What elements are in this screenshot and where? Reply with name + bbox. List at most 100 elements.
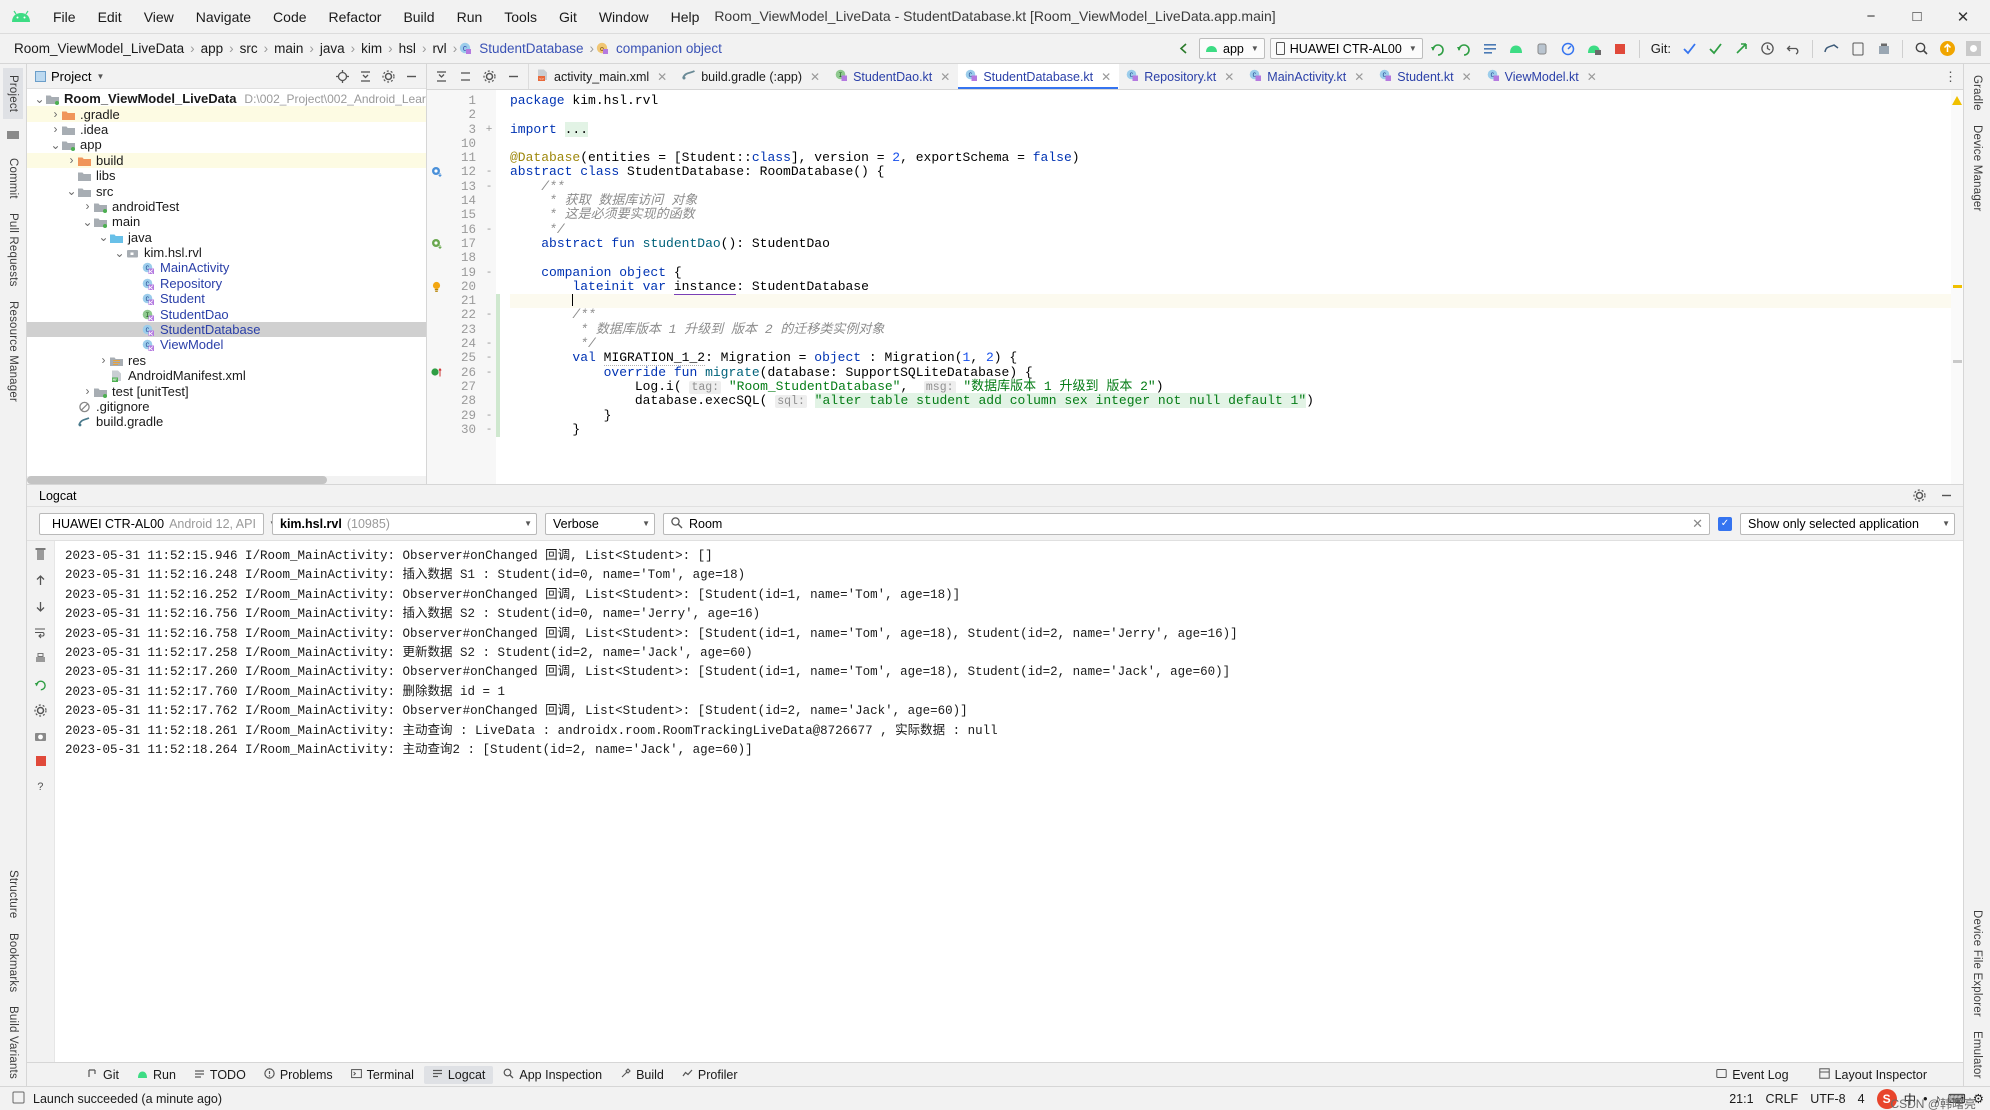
tree-item[interactable]: ⌄ app	[27, 137, 426, 152]
editor-tab-studentdatabase-kt[interactable]: C StudentDatabase.kt ✕	[958, 64, 1120, 89]
logcat-line[interactable]: 2023-05-31 11:52:16.756 I/Room_MainActiv…	[65, 605, 1963, 624]
code-line[interactable]: override fun migrate(database: SupportSQ…	[510, 365, 1951, 380]
reload-icon[interactable]	[1454, 38, 1475, 59]
project-tree[interactable]: ⌄ Room_ViewModel_LiveData D:\002_Project\0…	[27, 89, 426, 476]
collapse-icon[interactable]	[455, 66, 476, 87]
hide-icon[interactable]	[503, 66, 524, 87]
tab-terminal[interactable]: Terminal	[343, 1066, 422, 1084]
tree-item[interactable]: libs	[27, 168, 426, 183]
tree-item-selected[interactable]: C StudentDatabase	[27, 321, 426, 338]
line-number[interactable]: 28	[427, 394, 482, 408]
line-number[interactable]: 1	[427, 94, 482, 108]
tree-item[interactable]: › test [unitTest]	[27, 383, 426, 399]
sdk-manager-icon[interactable]	[1873, 38, 1894, 59]
code-line[interactable]: abstract class StudentDatabase: RoomData…	[510, 165, 1951, 180]
tree-item[interactable]: C MainActivity	[27, 260, 426, 275]
chevron-right-icon[interactable]: ›	[97, 353, 110, 367]
undo-icon[interactable]	[1783, 38, 1804, 59]
settings-icon[interactable]	[34, 704, 47, 720]
tree-item[interactable]: .gitignore	[27, 399, 426, 414]
file-encoding[interactable]: UTF-8	[1810, 1092, 1845, 1106]
line-number[interactable]: 29	[427, 409, 482, 423]
code-editor[interactable]: 1 2 3 10 11 12 13 14 15 16 17 18 19 20 21 22 23 24 25 26 27 2…	[427, 90, 1963, 484]
code-line[interactable]: package kim.hsl.rvl	[510, 93, 1951, 108]
code-line[interactable]	[510, 137, 1951, 151]
line-number[interactable]: 21	[427, 294, 482, 308]
menu-code[interactable]: Code	[262, 6, 317, 28]
editor-tab-studentdao-kt[interactable]: I StudentDao.kt ✕	[828, 64, 958, 89]
impl-icon-green[interactable]	[431, 238, 442, 250]
tree-item[interactable]: › build	[27, 152, 426, 168]
code-line[interactable]: }	[510, 408, 1951, 423]
clear-icon[interactable]: ✕	[1692, 516, 1703, 532]
chevron-down-icon[interactable]: ⌄	[33, 93, 46, 105]
sidebar-item-pull-requests[interactable]: Pull Requests	[3, 206, 23, 294]
close-icon[interactable]: ✕	[1101, 70, 1111, 84]
line-number[interactable]: 22	[427, 308, 482, 322]
breadcrumb-item-1[interactable]: app	[197, 40, 228, 57]
code-line[interactable]	[510, 108, 1951, 122]
fold-collapse-icon[interactable]: -	[482, 351, 496, 365]
fold-collapse-icon[interactable]: -	[482, 366, 496, 380]
editor-fold-column[interactable]: + - - - - - - - - - -	[482, 90, 496, 484]
code-line[interactable]: */	[510, 222, 1951, 237]
breadcrumb-item-6[interactable]: hsl	[395, 40, 420, 57]
sidebar-item-bookmarks[interactable]: Bookmarks	[3, 926, 23, 999]
code-line[interactable]: companion object {	[510, 265, 1951, 280]
tree-item[interactable]: ⌄ main	[27, 214, 426, 229]
tab-git[interactable]: Git	[79, 1066, 127, 1084]
collapse-all-icon[interactable]	[355, 66, 376, 87]
device-manager-icon[interactable]	[1847, 38, 1868, 59]
menu-build[interactable]: Build	[392, 6, 445, 28]
sidebar-item-gradle[interactable]: Gradle	[1967, 68, 1987, 118]
code-line[interactable]: */	[510, 336, 1951, 351]
code-line[interactable]: @Database(entities = [Student::class], v…	[510, 150, 1951, 165]
code-line[interactable]: val MIGRATION_1_2: Migration = object : …	[510, 350, 1951, 367]
chevron-down-icon[interactable]: ▼	[96, 72, 104, 81]
line-number[interactable]: 30	[427, 423, 482, 437]
settings-gear-icon[interactable]	[1963, 38, 1984, 59]
tree-item[interactable]: MF AndroidManifest.xml	[27, 368, 426, 383]
chevron-down-icon[interactable]: ⌄	[97, 231, 110, 243]
logcat-line[interactable]: 2023-05-31 11:52:17.760 I/Room_MainActiv…	[65, 683, 1963, 702]
line-number[interactable]: 18	[427, 251, 482, 265]
tree-item[interactable]: I StudentDao	[27, 306, 426, 322]
chevron-down-icon[interactable]: ⌄	[113, 247, 126, 259]
breadcrumb-item-9[interactable]: companion object	[612, 40, 726, 57]
menu-navigate[interactable]: Navigate	[185, 6, 262, 28]
fold-collapse-icon[interactable]: -	[482, 266, 496, 280]
back-arrow-icon[interactable]	[1173, 38, 1194, 59]
editor-gutter[interactable]: 1 2 3 10 11 12 13 14 15 16 17 18 19 20 21 22 23 24 25 26 27 2…	[427, 90, 482, 484]
fold-collapse-icon[interactable]: -	[482, 337, 496, 351]
line-number[interactable]: 20	[427, 280, 482, 294]
logcat-line[interactable]: 2023-05-31 11:52:17.260 I/Room_MainActiv…	[65, 663, 1963, 682]
code-line[interactable]: * 获取 数据库访问 对象	[510, 193, 1951, 208]
tree-item[interactable]: ⌄ kim.hsl.rvl	[27, 245, 426, 260]
code-line[interactable]: }	[510, 422, 1951, 437]
tree-item[interactable]: › androidTest	[27, 199, 426, 214]
line-number[interactable]: 10	[427, 137, 482, 151]
logcat-process-selector[interactable]: kim.hsl.rvl (10985) ▼	[272, 512, 537, 535]
tab-run[interactable]: Run	[129, 1066, 184, 1084]
line-number[interactable]: 2	[427, 108, 482, 122]
line-number[interactable]: 25	[427, 351, 482, 365]
editor-tab-build-gradle-app-[interactable]: build.gradle (:app) ✕	[675, 64, 828, 89]
scroll-down-icon[interactable]	[34, 600, 47, 616]
logcat-line[interactable]: 2023-05-31 11:52:17.258 I/Room_MainActiv…	[65, 644, 1963, 663]
project-tree-hscrollbar[interactable]	[27, 476, 426, 484]
code-line[interactable]: Log.i( tag: "Room_StudentDatabase", msg:…	[510, 379, 1951, 394]
maximize-button[interactable]: □	[1894, 1, 1940, 33]
close-icon[interactable]: ✕	[1354, 70, 1364, 84]
line-separator[interactable]: CRLF	[1766, 1092, 1799, 1106]
code-line[interactable]: import ...	[510, 121, 1951, 137]
sidebar-item-resource-manager[interactable]: Resource Manager	[3, 294, 23, 409]
menu-edit[interactable]: Edit	[87, 6, 133, 28]
line-number[interactable]: 24	[427, 337, 482, 351]
git-update-icon[interactable]	[1679, 38, 1700, 59]
line-number[interactable]: 23	[427, 323, 482, 337]
code-line[interactable]: * 这是必须要实现的函数	[510, 208, 1951, 222]
tree-item[interactable]: C Student	[27, 291, 426, 306]
editor-tab-overflow[interactable]: ⋮	[1938, 64, 1963, 89]
minimize-button[interactable]: −	[1848, 1, 1894, 33]
tab-layout-inspector[interactable]: Layout Inspector	[1811, 1066, 1935, 1084]
